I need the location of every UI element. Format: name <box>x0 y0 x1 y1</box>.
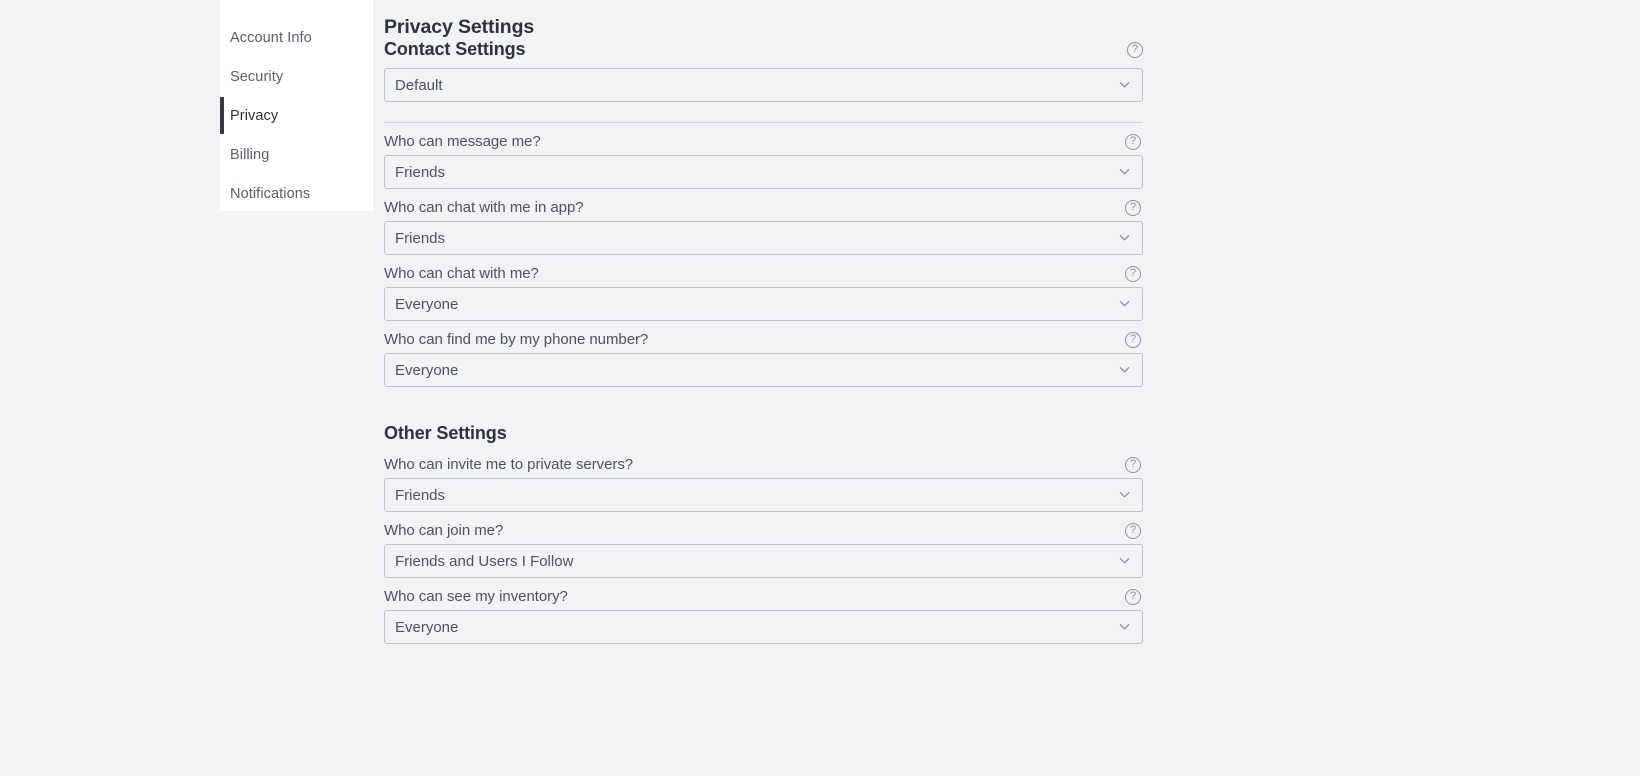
select-value: Everyone <box>395 295 459 313</box>
contact-settings-section: Contact Settings ? Default Who can messa… <box>384 39 1144 387</box>
contact-settings-heading: Contact Settings <box>384 39 526 59</box>
who-can-chat-with-me-in-app-select[interactable]: Friends <box>384 221 1143 255</box>
who-can-see-my-inventory-select[interactable]: Everyone <box>384 610 1143 644</box>
select-value: Friends <box>395 229 446 247</box>
select-value: Everyone <box>395 361 459 379</box>
privacy-settings-content: Privacy Settings Contact Settings ? Defa… <box>384 0 1144 644</box>
contact-settings-preset-select[interactable]: Default <box>384 68 1143 102</box>
chevron-down-icon <box>1119 232 1130 243</box>
help-icon[interactable]: ? <box>1125 332 1141 348</box>
who-can-find-me-by-phone-select[interactable]: Everyone <box>384 353 1143 387</box>
chevron-down-icon <box>1119 364 1130 375</box>
chevron-down-icon <box>1119 621 1130 632</box>
chevron-down-icon <box>1119 555 1130 566</box>
help-icon[interactable]: ? <box>1125 589 1141 605</box>
field-label: Who can join me? <box>384 522 504 539</box>
page-title: Privacy Settings <box>384 16 535 38</box>
chevron-down-icon <box>1119 79 1130 90</box>
sidebar-item-account-info[interactable]: Account Info <box>220 18 373 57</box>
field-label: Who can see my inventory? <box>384 588 568 605</box>
sidebar-item-label: Account Info <box>230 29 312 46</box>
settings-sidebar: Account Info Security Privacy Billing No… <box>220 0 373 211</box>
help-icon[interactable]: ? <box>1125 266 1141 282</box>
help-icon[interactable]: ? <box>1125 523 1141 539</box>
sidebar-item-label: Security <box>230 68 284 85</box>
help-icon[interactable]: ? <box>1125 457 1141 473</box>
who-can-message-me-select[interactable]: Friends <box>384 155 1143 189</box>
field-label: Who can chat with me? <box>384 265 539 282</box>
field-label-row: Who can message me? ? <box>384 123 1141 155</box>
field-label: Who can invite me to private servers? <box>384 456 634 473</box>
contact-settings-header-row: Contact Settings ? <box>384 39 1143 60</box>
select-value: Everyone <box>395 618 459 636</box>
sidebar-item-label: Privacy <box>230 107 279 124</box>
field-label-row: Who can chat with me? ? <box>384 255 1141 287</box>
field-label: Who can message me? <box>384 133 541 150</box>
field-label-row: Who can join me? ? <box>384 512 1141 544</box>
who-can-invite-me-to-private-servers-select[interactable]: Friends <box>384 478 1143 512</box>
field-label: Who can find me by my phone number? <box>384 331 649 348</box>
other-settings-heading: Other Settings <box>384 423 507 443</box>
field-label-row: Who can chat with me in app? ? <box>384 189 1141 221</box>
sidebar-item-billing[interactable]: Billing <box>220 135 373 174</box>
select-value: Friends and Users I Follow <box>395 552 574 570</box>
sidebar-item-label: Notifications <box>230 185 311 202</box>
sidebar-item-notifications[interactable]: Notifications <box>220 174 373 213</box>
who-can-chat-with-me-select[interactable]: Everyone <box>384 287 1143 321</box>
sidebar-item-security[interactable]: Security <box>220 57 373 96</box>
field-label-row: Who can invite me to private servers? ? <box>384 446 1141 478</box>
field-label: Who can chat with me in app? <box>384 199 584 216</box>
who-can-join-me-select[interactable]: Friends and Users I Follow <box>384 544 1143 578</box>
field-label-row: Who can see my inventory? ? <box>384 578 1141 610</box>
select-value: Default <box>395 76 443 94</box>
help-icon[interactable]: ? <box>1125 200 1141 216</box>
other-settings-section: Other Settings Who can invite me to priv… <box>384 423 1144 644</box>
help-icon[interactable]: ? <box>1127 41 1143 58</box>
help-icon[interactable]: ? <box>1125 134 1141 150</box>
field-label-row: Who can find me by my phone number? ? <box>384 321 1141 353</box>
select-value: Friends <box>395 486 446 504</box>
sidebar-item-label: Billing <box>230 146 270 163</box>
sidebar-item-privacy[interactable]: Privacy <box>220 96 373 135</box>
select-value: Friends <box>395 163 446 181</box>
chevron-down-icon <box>1119 166 1130 177</box>
chevron-down-icon <box>1119 489 1130 500</box>
chevron-down-icon <box>1119 298 1130 309</box>
